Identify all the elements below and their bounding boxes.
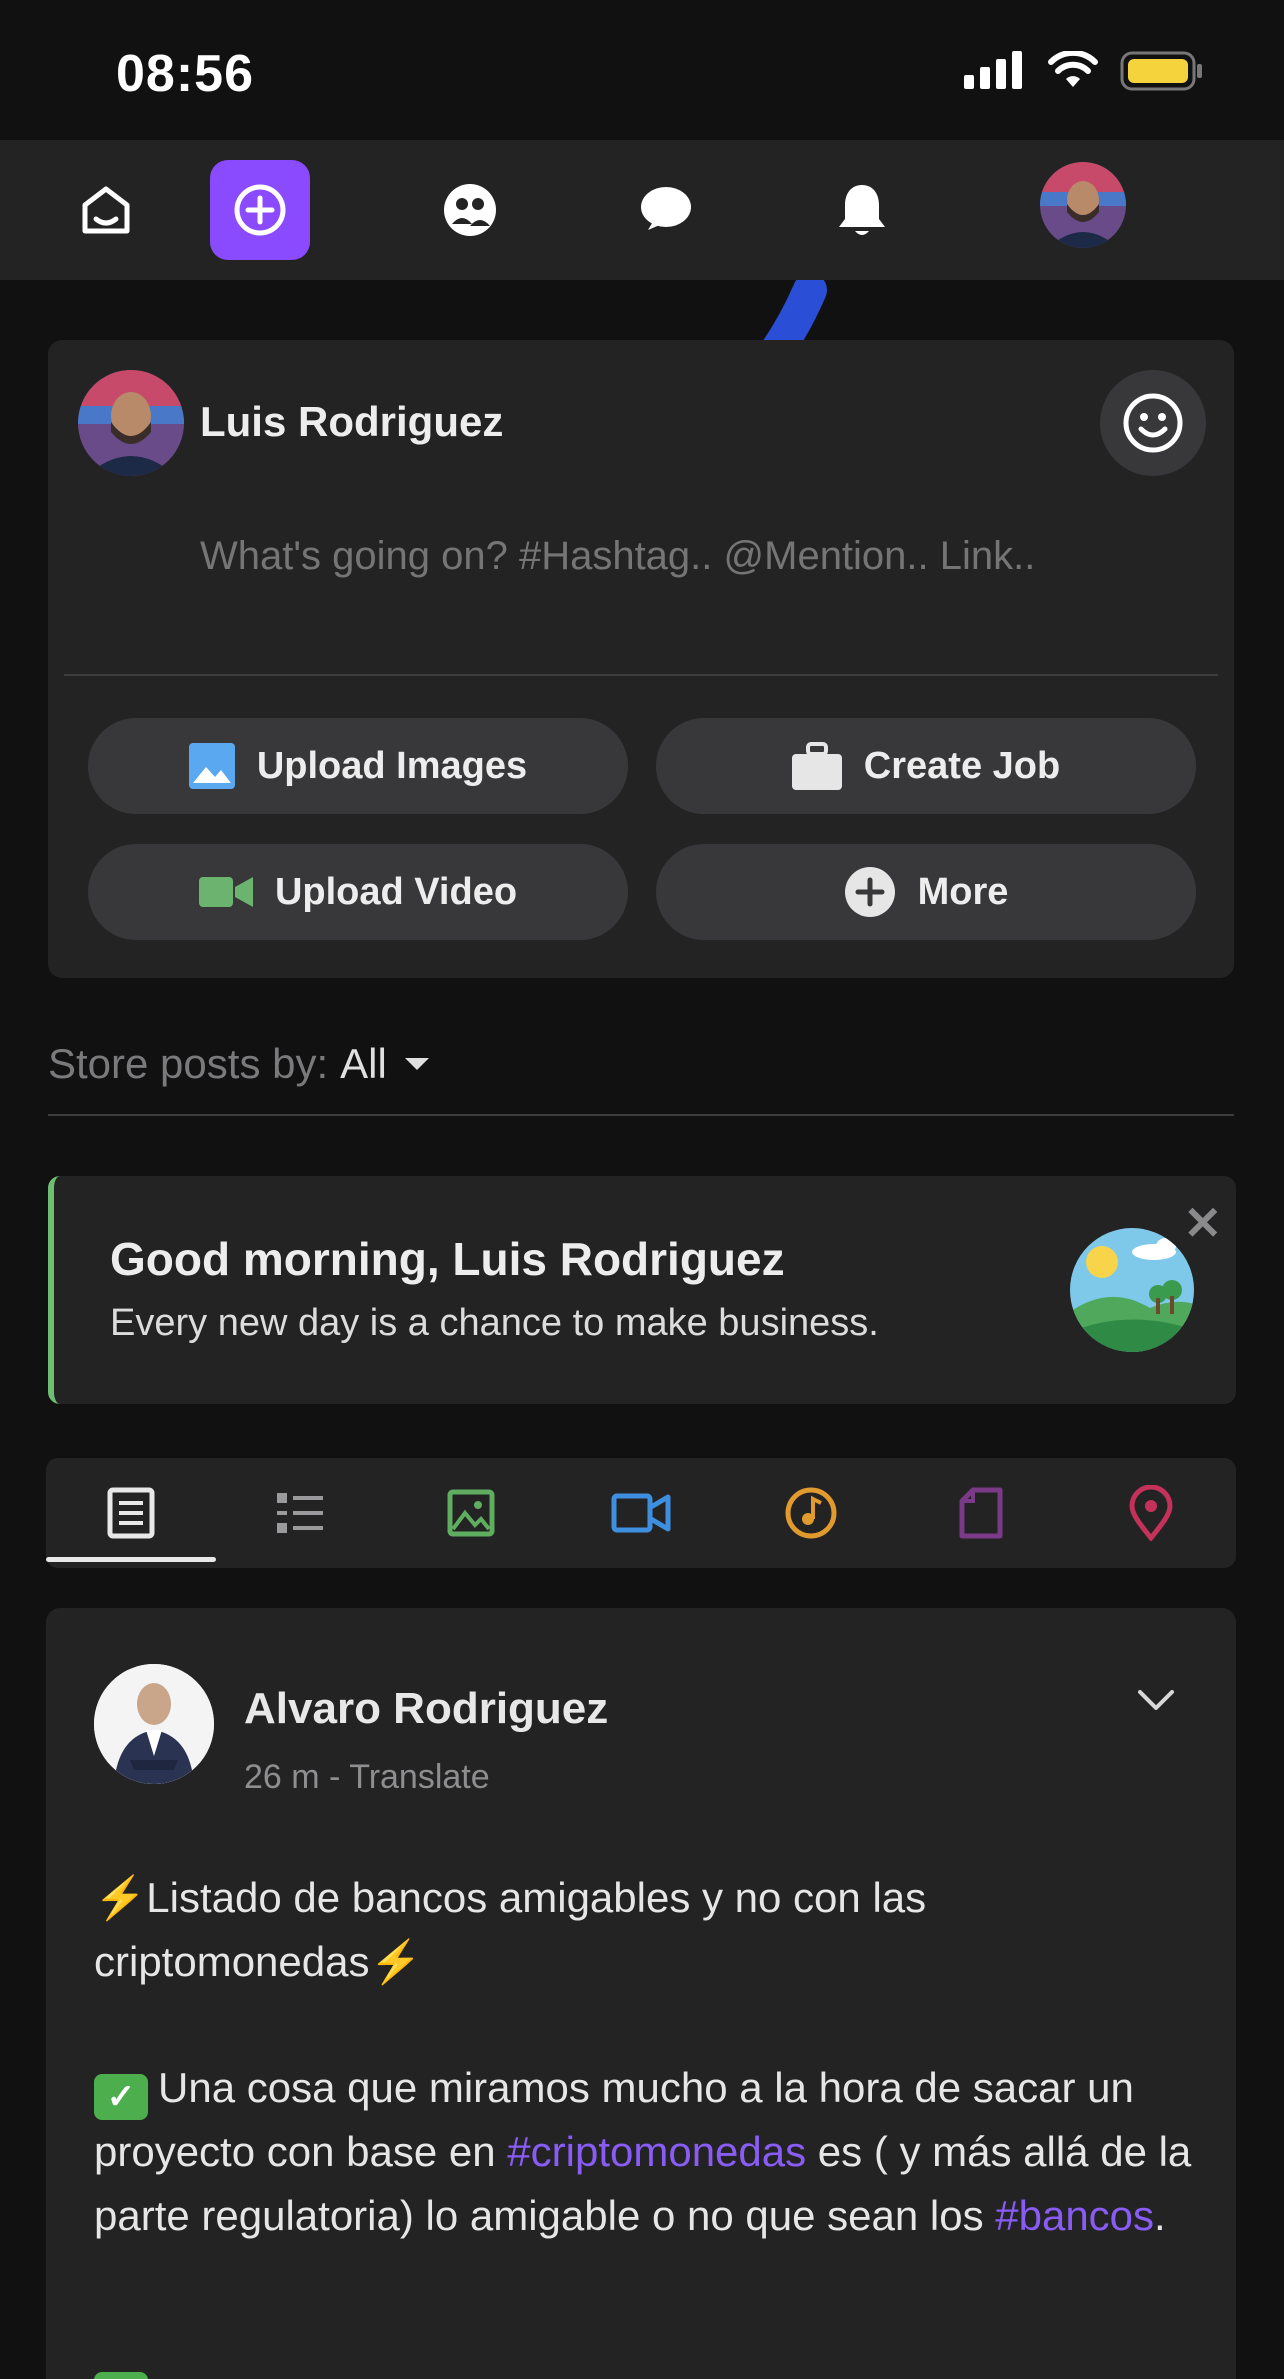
notifications-icon bbox=[839, 185, 885, 235]
upload-images-label: Upload Images bbox=[256, 744, 528, 787]
profile-avatar[interactable] bbox=[1040, 162, 1126, 248]
lightning-icon: ⚡ bbox=[369, 1938, 422, 1985]
nav-notifications[interactable] bbox=[812, 160, 912, 260]
status-time: 08:56 bbox=[116, 45, 254, 103]
post-paragraph: ⚡Listado de bancos amigables y no con la… bbox=[94, 1866, 1204, 1994]
image-icon bbox=[188, 743, 235, 789]
more-label: More bbox=[917, 870, 1009, 913]
nav-home[interactable] bbox=[56, 160, 156, 260]
hashtag-link[interactable]: #criptomonedas bbox=[507, 2128, 806, 2175]
sort-value[interactable]: All bbox=[340, 1040, 387, 1088]
close-icon[interactable]: ✕ bbox=[1183, 1196, 1222, 1250]
lightning-icon: ⚡ bbox=[94, 1874, 147, 1921]
location-icon bbox=[1129, 1485, 1173, 1541]
create-job-button[interactable]: Create Job bbox=[656, 718, 1196, 814]
more-button[interactable]: More bbox=[656, 844, 1196, 940]
post-input[interactable] bbox=[200, 534, 1200, 579]
tab-videos[interactable] bbox=[556, 1458, 726, 1568]
divider bbox=[64, 674, 1218, 676]
post-title-text: Listado de bancos amigables y no con las… bbox=[94, 1874, 927, 1985]
emoji-button[interactable] bbox=[1100, 370, 1206, 476]
post-meta: 26 m - Translate bbox=[244, 1758, 490, 1796]
messages-icon bbox=[641, 187, 691, 230]
files-icon bbox=[959, 1487, 1003, 1539]
divider bbox=[48, 1114, 1234, 1116]
smiley-icon bbox=[1123, 393, 1183, 453]
hashtag-link[interactable]: #bancos bbox=[995, 2192, 1154, 2239]
post-card: Alvaro Rodriguez 26 m - Translate ⚡Lista… bbox=[46, 1608, 1236, 2379]
composer-user-name: Luis Rodriguez bbox=[200, 398, 504, 445]
music-icon bbox=[785, 1487, 837, 1539]
battery-icon bbox=[1120, 51, 1202, 91]
greeting-title: Good morning, Luis Rodriguez bbox=[110, 1233, 785, 1285]
chevron-down-icon[interactable] bbox=[1136, 1688, 1176, 1717]
videos-icon bbox=[611, 1493, 671, 1533]
post-paragraph: ✓ Una cosa que miramos mucho a la hora de… bbox=[94, 2056, 1204, 2248]
post-author-name[interactable]: Alvaro Rodriguez bbox=[244, 1684, 608, 1734]
wifi-icon bbox=[1048, 51, 1098, 87]
nav-groups[interactable] bbox=[420, 160, 520, 260]
list-icon bbox=[277, 1493, 323, 1533]
briefcase-icon bbox=[791, 742, 842, 790]
caret-down-icon[interactable] bbox=[404, 1058, 429, 1070]
check-mark-icon: ✓ bbox=[94, 2074, 148, 2120]
upload-video-label: Upload Video bbox=[274, 870, 518, 913]
create-job-label: Create Job bbox=[863, 744, 1061, 787]
composer-avatar bbox=[78, 370, 184, 476]
status-icons bbox=[964, 50, 1204, 92]
create-post-icon bbox=[234, 184, 286, 236]
tab-music[interactable] bbox=[726, 1458, 896, 1568]
status-bar: 08:56 bbox=[0, 0, 1284, 140]
home-icon bbox=[82, 186, 130, 234]
tab-all-posts[interactable] bbox=[46, 1458, 216, 1568]
tab-location[interactable] bbox=[1066, 1458, 1236, 1568]
check-mark-icon bbox=[94, 2372, 148, 2379]
photos-icon bbox=[447, 1489, 495, 1537]
nav-create-post[interactable] bbox=[210, 160, 310, 260]
upload-video-button[interactable]: Upload Video bbox=[88, 844, 628, 940]
landscape-illustration bbox=[1070, 1228, 1194, 1352]
video-camera-icon bbox=[198, 877, 253, 907]
top-nav bbox=[0, 140, 1284, 280]
tab-photos[interactable] bbox=[386, 1458, 556, 1568]
plus-circle-icon bbox=[844, 867, 895, 917]
nav-messages[interactable] bbox=[616, 160, 716, 260]
post-text: . bbox=[1154, 2192, 1166, 2239]
groups-icon bbox=[444, 184, 496, 236]
sort-posts[interactable]: Store posts by: All bbox=[48, 1040, 429, 1088]
upload-images-button[interactable]: Upload Images bbox=[88, 718, 628, 814]
post-author-avatar[interactable] bbox=[94, 1664, 214, 1784]
post-body: ⚡Listado de bancos amigables y no con la… bbox=[94, 1866, 1204, 2310]
greeting-subtitle: Every new day is a chance to make busine… bbox=[110, 1302, 879, 1344]
post-composer: Luis Rodriguez Upload Images Create Job … bbox=[48, 340, 1234, 978]
tab-files[interactable] bbox=[896, 1458, 1066, 1568]
all-posts-icon bbox=[107, 1487, 155, 1539]
post-filter-tabs bbox=[46, 1458, 1236, 1568]
tab-list[interactable] bbox=[216, 1458, 386, 1568]
greeting-card: Good morning, Luis Rodriguez Every new d… bbox=[48, 1176, 1236, 1404]
cellular-signal-icon bbox=[964, 51, 1022, 89]
sort-label: Store posts by: bbox=[48, 1040, 329, 1087]
